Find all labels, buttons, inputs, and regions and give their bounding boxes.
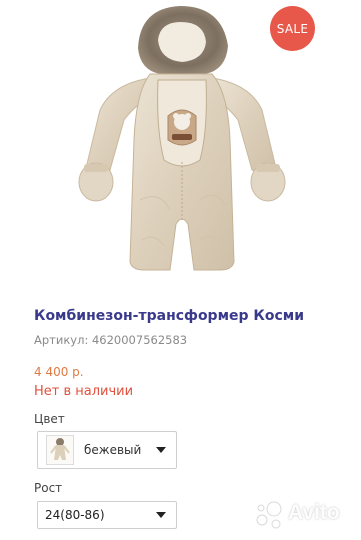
- color-select[interactable]: бежевый: [37, 431, 177, 469]
- product-price: 4 400 р.: [34, 365, 84, 379]
- product-image[interactable]: SALE: [0, 0, 361, 290]
- chevron-down-icon: [156, 447, 166, 453]
- color-value: бежевый: [84, 443, 142, 457]
- product-article: Артикул: 4620007562583: [34, 333, 188, 347]
- avito-watermark: Avito: [254, 498, 358, 532]
- snowsuit-thumbnail-icon: [50, 438, 70, 460]
- avito-logo-icon: [256, 501, 282, 529]
- color-thumbnail: [46, 435, 74, 465]
- color-label: Цвет: [34, 412, 65, 426]
- stock-status: Нет в наличии: [34, 384, 134, 399]
- size-select[interactable]: 24(80-86): [37, 501, 177, 529]
- avito-wordmark: Avito: [288, 501, 340, 524]
- chevron-down-icon: [156, 512, 166, 518]
- size-value: 24(80-86): [45, 508, 105, 522]
- size-label: Рост: [34, 481, 63, 495]
- product-title: Комбинезон-трансформер Косми: [34, 308, 305, 324]
- sale-badge: SALE: [270, 6, 315, 51]
